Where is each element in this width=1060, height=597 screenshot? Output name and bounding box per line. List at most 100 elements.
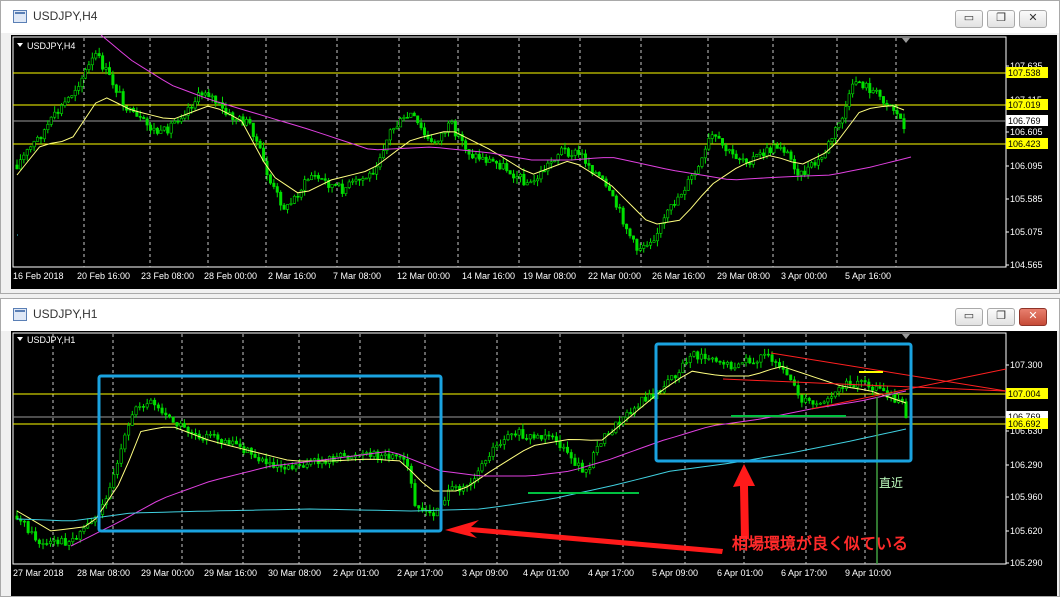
- candle-body: [755, 154, 759, 158]
- candle-body: [391, 454, 395, 459]
- restore-button[interactable]: ❐: [987, 308, 1015, 326]
- candle-body: [447, 122, 451, 133]
- candle-body: [34, 531, 38, 541]
- candle-body: [506, 434, 510, 440]
- candle-body: [599, 443, 603, 447]
- candle-body: [495, 444, 499, 448]
- candle-body: [364, 177, 368, 180]
- candle-body: [700, 157, 704, 167]
- candle-body: [286, 204, 290, 210]
- candle-body: [772, 144, 776, 154]
- candle-body: [320, 178, 324, 180]
- candle-body: [118, 91, 122, 93]
- candle-body: [176, 120, 180, 123]
- candle-body: [119, 448, 123, 464]
- close-button[interactable]: ✕: [1019, 308, 1047, 326]
- candle-body: [104, 67, 108, 70]
- time-axis-label: 28 Feb 00:00: [204, 271, 257, 281]
- candle-body: [800, 394, 804, 403]
- candle-body: [851, 83, 855, 95]
- candle-body: [558, 440, 562, 448]
- candle-body: [577, 149, 581, 155]
- candle-body: [878, 89, 882, 97]
- candle-body: [380, 455, 384, 460]
- candle-body: [871, 386, 875, 391]
- candle-body: [296, 195, 300, 198]
- candle-body: [592, 452, 596, 468]
- candle-body: [815, 403, 819, 406]
- time-axis-label: 29 Mar 00:00: [141, 568, 194, 578]
- candle-body: [268, 462, 272, 465]
- candle-body: [644, 396, 648, 402]
- candle-body: [306, 179, 310, 181]
- candle-body: [15, 164, 19, 170]
- candle-body: [577, 462, 581, 466]
- candle-body: [255, 136, 259, 142]
- minimize-button[interactable]: ▭: [955, 10, 983, 28]
- h1-titlebar[interactable]: USDJPY,H1 ▭ ❐ ✕: [1, 299, 1059, 331]
- h4-titlebar[interactable]: USDJPY,H4 ▭ ❐ ✕: [1, 1, 1059, 33]
- candle-body: [560, 147, 564, 155]
- candle-body: [774, 361, 778, 363]
- candle-body: [412, 112, 416, 117]
- candle-body: [56, 539, 60, 545]
- candle-body: [381, 150, 385, 158]
- candle-body: [871, 90, 875, 94]
- candle-body: [786, 151, 790, 154]
- candle-body: [528, 434, 532, 440]
- candle-body: [467, 149, 471, 155]
- candle-body: [476, 470, 480, 479]
- candle-body: [405, 117, 409, 119]
- candle-body: [77, 86, 81, 91]
- candle-body: [272, 462, 276, 468]
- candle-body: [834, 127, 838, 139]
- candle-body: [470, 153, 474, 159]
- candle-body: [399, 118, 403, 128]
- candle-body: [587, 163, 591, 166]
- candle-body: [268, 174, 272, 184]
- restore-button[interactable]: ❐: [987, 10, 1015, 28]
- candle-body: [169, 122, 173, 134]
- candle-body: [488, 158, 492, 163]
- candle-body: [450, 121, 454, 124]
- candle-body: [130, 414, 134, 426]
- comparison-box-left: [97, 374, 443, 533]
- candle-body: [244, 119, 248, 126]
- candle-body: [770, 354, 774, 362]
- h4-chart-canvas[interactable]: 107.635107.115106.605106.095105.585105.0…: [11, 35, 1057, 289]
- candle-body: [208, 433, 212, 436]
- candle-body: [283, 466, 287, 470]
- candle-body: [413, 483, 417, 506]
- candle-body: [727, 149, 731, 152]
- candle-body: [562, 446, 566, 449]
- candle-body: [499, 444, 503, 446]
- candle-body: [673, 204, 677, 206]
- candle-body: [813, 162, 817, 166]
- h1-chart-svg: 107.300106.630106.290105.960105.620105.2…: [12, 332, 1048, 578]
- candle-body: [435, 507, 439, 517]
- candle-body: [714, 134, 718, 137]
- close-button[interactable]: ✕: [1019, 10, 1047, 28]
- candle-body: [611, 190, 615, 197]
- candle-body: [480, 463, 484, 472]
- candle-body: [289, 203, 293, 205]
- candle-body: [398, 455, 402, 458]
- h1-chart-canvas[interactable]: 107.300 106.630 106.290 105.960 105.620 105.2…: [11, 331, 1057, 596]
- time-axis-label: 27 Mar 2018: [13, 568, 64, 578]
- arrow-to-right-box: [733, 464, 755, 539]
- candle-body: [231, 440, 235, 445]
- minimize-button[interactable]: ▭: [955, 308, 983, 326]
- candle-body: [580, 153, 584, 156]
- candle-body: [833, 391, 837, 398]
- candle-body: [837, 387, 841, 393]
- candle-body: [18, 159, 22, 170]
- candle-body: [512, 173, 516, 179]
- candle-body: [53, 111, 57, 118]
- candle-body: [223, 440, 227, 444]
- candle-body: [257, 457, 261, 462]
- candle-body: [440, 132, 444, 142]
- candle-body: [41, 543, 45, 545]
- recent-label: 直近: [879, 476, 903, 490]
- candle-body: [601, 175, 605, 180]
- candle-body: [744, 158, 748, 163]
